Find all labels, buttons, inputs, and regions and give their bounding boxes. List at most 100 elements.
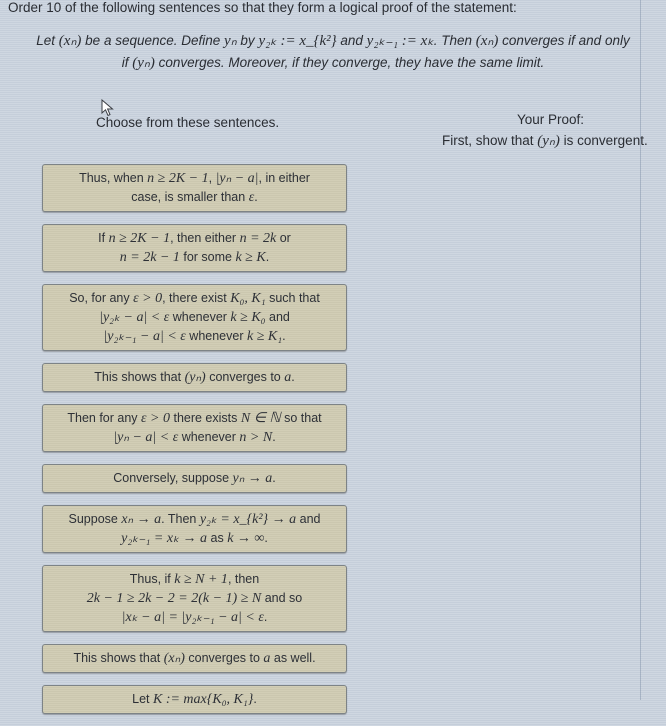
choices-panel-label: Choose from these sentences. [96,115,280,130]
card-text: , [208,171,216,185]
card-math: N ∈ ℕ [240,411,281,426]
card-text: Let [132,692,153,706]
card-line: Thus, when n ≥ 2K − 1, |yₙ − a|, in eith… [51,169,338,188]
sentence-card[interactable]: Thus, when n ≥ 2K − 1, |yₙ − a|, in eith… [42,164,347,212]
card-math: k → ∞ [227,531,265,546]
card-math: 2k − 1 ≥ 2k − 2 = 2(k − 1) ≥ N [86,591,262,606]
card-text: , then either [170,231,240,245]
card-line: If n ≥ 2K − 1, then either n = 2k or [51,229,338,248]
card-math: n ≥ 2K − 1 [147,171,209,186]
card-line: This shows that (xₙ) converges to a as w… [51,649,338,668]
card-text: there exists [170,411,241,425]
card-math: |xₖ − a| = |y₂ₖ₋₁ − a| < ε [121,610,264,625]
card-math: k ≥ N + 1 [174,572,228,587]
card-math: k ≥ K₀ [230,310,266,325]
card-math: k ≥ K [235,250,266,265]
card-math: n = 2k [239,231,277,246]
card-math: ε > 0 [133,291,163,306]
card-text: and so [261,591,303,605]
card-text: case, is smaller than [131,190,249,204]
card-text: Thus, when [79,171,148,185]
proof-text: First, show that [442,133,538,148]
card-line: Then for any ε > 0 there exists N ∈ ℕ so… [51,409,338,428]
card-text: and [296,512,321,526]
card-math: |yₙ − a| < ε [113,430,179,445]
card-text: so that [280,411,322,425]
card-text: , in either [258,171,310,185]
card-math: n = 2k − 1 [119,250,180,265]
card-math: y₂ₖ₋₁ = xₖ → a [121,531,208,546]
proof-panel-title: Your Proof: [517,112,585,127]
card-line: Suppose xₙ → a. Then y₂ₖ = x_{k²} → a an… [51,510,338,529]
card-text: . Then [161,512,200,526]
card-text: Conversely, suppose [113,471,233,485]
math-def-odd: y₂ₖ₋₁ := xₖ [366,33,434,49]
card-text: . [291,370,295,384]
card-text: whenever [169,310,231,324]
card-text: If [98,231,109,245]
math-xn: (xₙ) [58,33,82,49]
statement-text: . Then [433,33,476,48]
theorem-statement: Let (xₙ) be a sequence. Define yₙ by y₂ₖ… [8,30,658,74]
card-math: |y₂ₖ − a| < ε [99,310,170,325]
card-text: as well. [270,651,316,665]
card-line: |yₙ − a| < ε whenever n > N. [51,428,338,447]
card-line: So, for any ε > 0, there exist K₀, K₁ su… [51,289,338,308]
statement-text: if [121,55,133,70]
statement-text: converges if and only [498,33,630,48]
card-line: |y₂ₖ − a| < ε whenever k ≥ K₀ and [51,308,338,327]
card-math: y₂ₖ = x_{k²} → a [199,512,297,527]
statement-text: be a sequence. Define [81,33,225,48]
statement-text: converges. Moreover, if they converge, t… [154,55,545,70]
card-text: This shows that [73,651,164,665]
card-text: as [207,531,228,545]
sentence-card[interactable]: Then for any ε > 0 there exists N ∈ ℕ so… [42,404,347,452]
card-math: n > N [239,430,273,445]
sentence-card[interactable]: So, for any ε > 0, there exist K₀, K₁ su… [42,284,347,351]
card-text: Suppose [68,512,122,526]
card-math: |y₂ₖ₋₁ − a| < ε [103,329,186,344]
card-text: . [254,190,258,204]
proof-drop-zone-edge [640,0,641,700]
card-text: , there exist [162,291,231,305]
card-text: Then for any [67,411,142,425]
math-yn: yₙ [224,33,237,49]
card-text: So, for any [69,291,134,305]
card-text: for some [179,250,236,264]
card-text: converges to [205,370,285,384]
card-text: and [265,310,290,324]
statement-text: Let [36,33,59,48]
proof-first-step: First, show that (yₙ) is convergent. [442,131,648,150]
sentence-card[interactable]: This shows that (xₙ) converges to a as w… [42,644,347,673]
card-math: xₙ → a [121,512,162,527]
card-math: n ≥ 2K − 1 [108,231,171,246]
card-text: such that [265,291,320,305]
card-text: , then [227,572,260,586]
card-line: y₂ₖ₋₁ = xₖ → a as k → ∞. [51,529,338,548]
card-math: yₙ → a [232,471,273,486]
sentence-card[interactable]: This shows that (yₙ) converges to a. [42,363,347,392]
sentence-card[interactable]: Suppose xₙ → a. Then y₂ₖ = x_{k²} → a an… [42,505,347,553]
card-text: . [265,250,270,264]
card-line: n = 2k − 1 for some k ≥ K. [51,248,338,267]
proof-text: is convergent. [559,133,648,148]
statement-text: by [236,33,259,48]
card-text: . [263,610,268,624]
sentence-card[interactable]: If n ≥ 2K − 1, then either n = 2k or n = … [42,224,347,272]
math-yn: (yₙ) [537,133,560,149]
card-line: This shows that (yₙ) converges to a. [51,368,338,387]
card-text: This shows that [94,370,185,384]
sentence-card[interactable]: Thus, if k ≥ N + 1, then 2k − 1 ≥ 2k − 2 … [42,565,347,632]
card-text: . [282,329,286,343]
sentence-card[interactable]: Conversely, suppose yₙ → a. [42,464,347,493]
card-math: |yₙ − a| [215,171,259,186]
sentence-card-list: Thus, when n ≥ 2K − 1, |yₙ − a|, in eith… [42,164,347,726]
math-yn: (yₙ) [132,55,155,71]
statement-text: and [336,33,367,48]
card-math: k ≥ K₁ [246,329,283,344]
card-line: Thus, if k ≥ N + 1, then [51,570,338,589]
card-text: . [272,430,276,444]
card-line: 2k − 1 ≥ 2k − 2 = 2(k − 1) ≥ N and so [51,589,338,608]
card-text: whenever [178,430,240,444]
card-line: |xₖ − a| = |y₂ₖ₋₁ − a| < ε. [51,608,338,627]
